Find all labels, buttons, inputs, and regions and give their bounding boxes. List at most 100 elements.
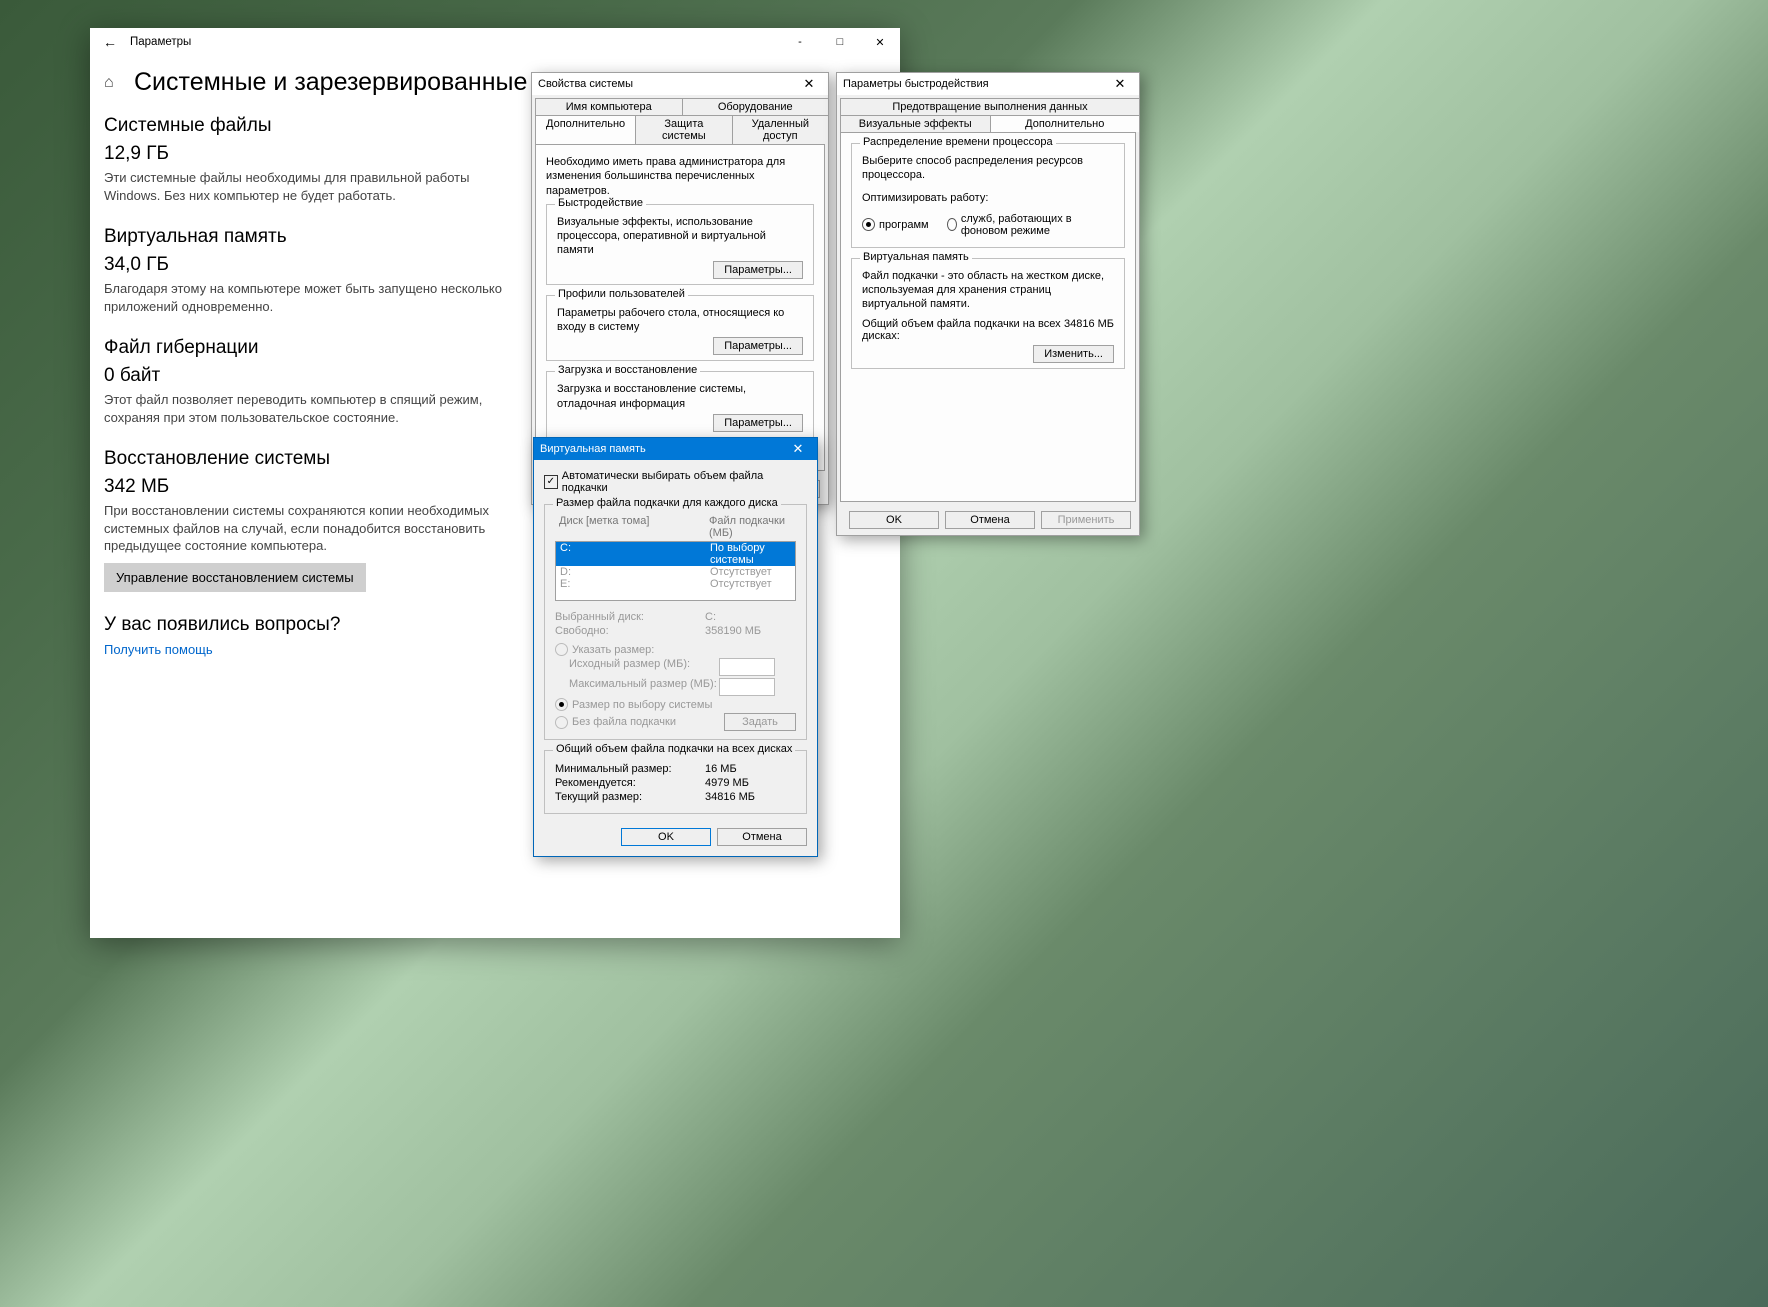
close-icon[interactable]: ✕	[1107, 76, 1133, 92]
rec-value: 4979 МБ	[705, 777, 749, 789]
tab-dep[interactable]: Предотвращение выполнения данных	[840, 98, 1140, 115]
totals-group: Общий объем файла подкачки на всех диска…	[544, 750, 807, 814]
initial-size-input	[719, 658, 775, 676]
performance-settings-button[interactable]: Параметры...	[713, 261, 803, 279]
checkbox-icon: ✓	[544, 475, 558, 489]
tab-row-top: Имя компьютера Оборудование	[532, 95, 828, 115]
section-description: Эти системные файлы необходимы для прави…	[104, 169, 514, 204]
performance-group: Быстродействие Визуальные эффекты, испол…	[546, 204, 814, 285]
selected-drive-label: Выбранный диск:	[555, 611, 705, 623]
tab-advanced[interactable]: Дополнительно	[535, 115, 636, 144]
min-label: Минимальный размер:	[555, 763, 705, 775]
tab-computer-name[interactable]: Имя компьютера	[535, 98, 683, 115]
dialog-buttons: OK Отмена	[544, 824, 807, 846]
group-text: Выберите способ распределения ресурсов п…	[862, 154, 1114, 183]
radio-services[interactable]: служб, работающих в фоновом режиме	[947, 213, 1114, 237]
ok-button[interactable]: OK	[621, 828, 711, 846]
col-drive: Диск [метка тома]	[559, 515, 709, 539]
rec-label: Рекомендуется:	[555, 777, 705, 789]
drive-list[interactable]: C: По выбору системы D: Отсутствует E: О…	[555, 541, 796, 601]
back-button[interactable]: ←	[98, 34, 122, 50]
performance-options-dialog: Параметры быстродействия ✕ Предотвращени…	[836, 72, 1140, 536]
dialog-title: Виртуальная память	[540, 443, 646, 455]
change-button[interactable]: Изменить...	[1033, 345, 1114, 363]
group-title: Размер файла подкачки для каждого диска	[553, 497, 781, 509]
advanced-panel: Распределение времени процессора Выберит…	[840, 132, 1136, 502]
startup-settings-button[interactable]: Параметры...	[713, 414, 803, 432]
group-text: Параметры рабочего стола, относящиеся ко…	[557, 306, 803, 335]
drive-pagefile: Отсутствует	[710, 566, 791, 578]
group-text: Визуальные эффекты, использование процес…	[557, 215, 803, 258]
radio-icon	[862, 218, 875, 231]
tab-visual-effects[interactable]: Визуальные эффекты	[840, 115, 991, 132]
tab-row-bottom: Дополнительно Защита системы Удаленный д…	[532, 115, 828, 144]
virtual-memory-dialog: Виртуальная память ✕ ✓ Автоматически выб…	[533, 437, 818, 857]
maximize-button[interactable]: □	[820, 28, 860, 56]
drive-list-header: Диск [метка тома] Файл подкачки (МБ)	[555, 515, 796, 539]
drive-pagefile: По выбору системы	[710, 542, 791, 566]
startup-group: Загрузка и восстановление Загрузка и вос…	[546, 371, 814, 438]
dialog-titlebar[interactable]: Параметры быстродействия ✕	[837, 73, 1139, 95]
optimize-label: Оптимизировать работу:	[862, 191, 1114, 205]
window-controls: ‐ □ ✕	[780, 28, 900, 56]
dialog-titlebar[interactable]: Виртуальная память ✕	[534, 438, 817, 460]
ok-button[interactable]: OK	[849, 511, 939, 529]
per-drive-group: Размер файла подкачки для каждого диска …	[544, 504, 807, 740]
section-description: При восстановлении системы сохраняются к…	[104, 502, 514, 555]
initial-size-label: Исходный размер (МБ):	[555, 658, 719, 676]
page-heading: Системные и зарезервированные	[134, 68, 527, 97]
close-icon[interactable]: ✕	[796, 76, 822, 92]
close-icon[interactable]: ✕	[785, 441, 811, 457]
dialog-titlebar[interactable]: Свойства системы ✕	[532, 73, 828, 95]
radio-label: программ	[879, 219, 929, 231]
free-label: Свободно:	[555, 625, 705, 637]
profiles-settings-button[interactable]: Параметры...	[713, 337, 803, 355]
drive-pagefile: Отсутствует	[710, 578, 791, 590]
home-icon[interactable]: ⌂	[104, 74, 124, 92]
settings-title: Параметры	[130, 36, 191, 48]
selected-drive-value: C:	[705, 611, 716, 623]
radio-label: Указать размер:	[572, 644, 654, 656]
drive-row[interactable]: C: По выбору системы	[556, 542, 795, 566]
max-size-row: Максимальный размер (МБ):	[555, 678, 796, 696]
radio-icon	[555, 643, 568, 656]
settings-titlebar[interactable]: ← Параметры ‐ □ ✕	[90, 28, 900, 56]
dialog-title: Параметры быстродействия	[843, 78, 989, 90]
section-description: Благодаря этому на компьютере может быть…	[104, 280, 514, 315]
current-label: Текущий размер:	[555, 791, 705, 803]
current-row: Текущий размер: 34816 МБ	[555, 791, 796, 803]
radio-label: Без файла подкачки	[572, 716, 676, 728]
cancel-button[interactable]: Отмена	[945, 511, 1035, 529]
cancel-button[interactable]: Отмена	[717, 828, 807, 846]
manage-restore-button[interactable]: Управление восстановлением системы	[104, 563, 366, 592]
tab-hardware[interactable]: Оборудование	[682, 98, 830, 115]
radio-programs[interactable]: программ	[862, 213, 929, 237]
group-text: Загрузка и восстановление системы, отлад…	[557, 382, 803, 411]
drive-row[interactable]: D: Отсутствует	[556, 566, 795, 578]
auto-manage-checkbox[interactable]: ✓ Автоматически выбирать объем файла под…	[544, 470, 807, 494]
total-label: Общий объем файла подкачки на всех диска…	[862, 318, 1064, 342]
drive-row[interactable]: E: Отсутствует	[556, 578, 795, 590]
tab-advanced[interactable]: Дополнительно	[990, 115, 1141, 132]
advanced-panel: Необходимо иметь права администратора дл…	[535, 144, 825, 471]
radio-icon	[947, 218, 957, 231]
current-value: 34816 МБ	[705, 791, 755, 803]
radio-icon	[555, 716, 568, 729]
group-title: Общий объем файла подкачки на всех диска…	[553, 743, 795, 755]
tab-row-top: Предотвращение выполнения данных	[837, 95, 1139, 115]
scheduling-group: Распределение времени процессора Выберит…	[851, 143, 1125, 248]
drive-letter: C:	[560, 542, 710, 566]
radio-icon	[555, 698, 568, 711]
drive-letter: D:	[560, 566, 710, 578]
minimize-button[interactable]: ‐	[780, 28, 820, 56]
group-title: Распределение времени процессора	[860, 136, 1056, 148]
tab-remote[interactable]: Удаленный доступ	[732, 115, 829, 144]
free-space-row: Свободно: 358190 МБ	[555, 625, 796, 637]
dialog-title: Свойства системы	[538, 78, 633, 90]
col-pagefile: Файл подкачки (МБ)	[709, 515, 792, 539]
tab-protection[interactable]: Защита системы	[635, 115, 732, 144]
virtual-memory-group: Виртуальная память Файл подкачки - это о…	[851, 258, 1125, 369]
close-button[interactable]: ✕	[860, 28, 900, 56]
tab-row-bottom: Визуальные эффекты Дополнительно	[837, 115, 1139, 132]
apply-button[interactable]: Применить	[1041, 511, 1131, 529]
